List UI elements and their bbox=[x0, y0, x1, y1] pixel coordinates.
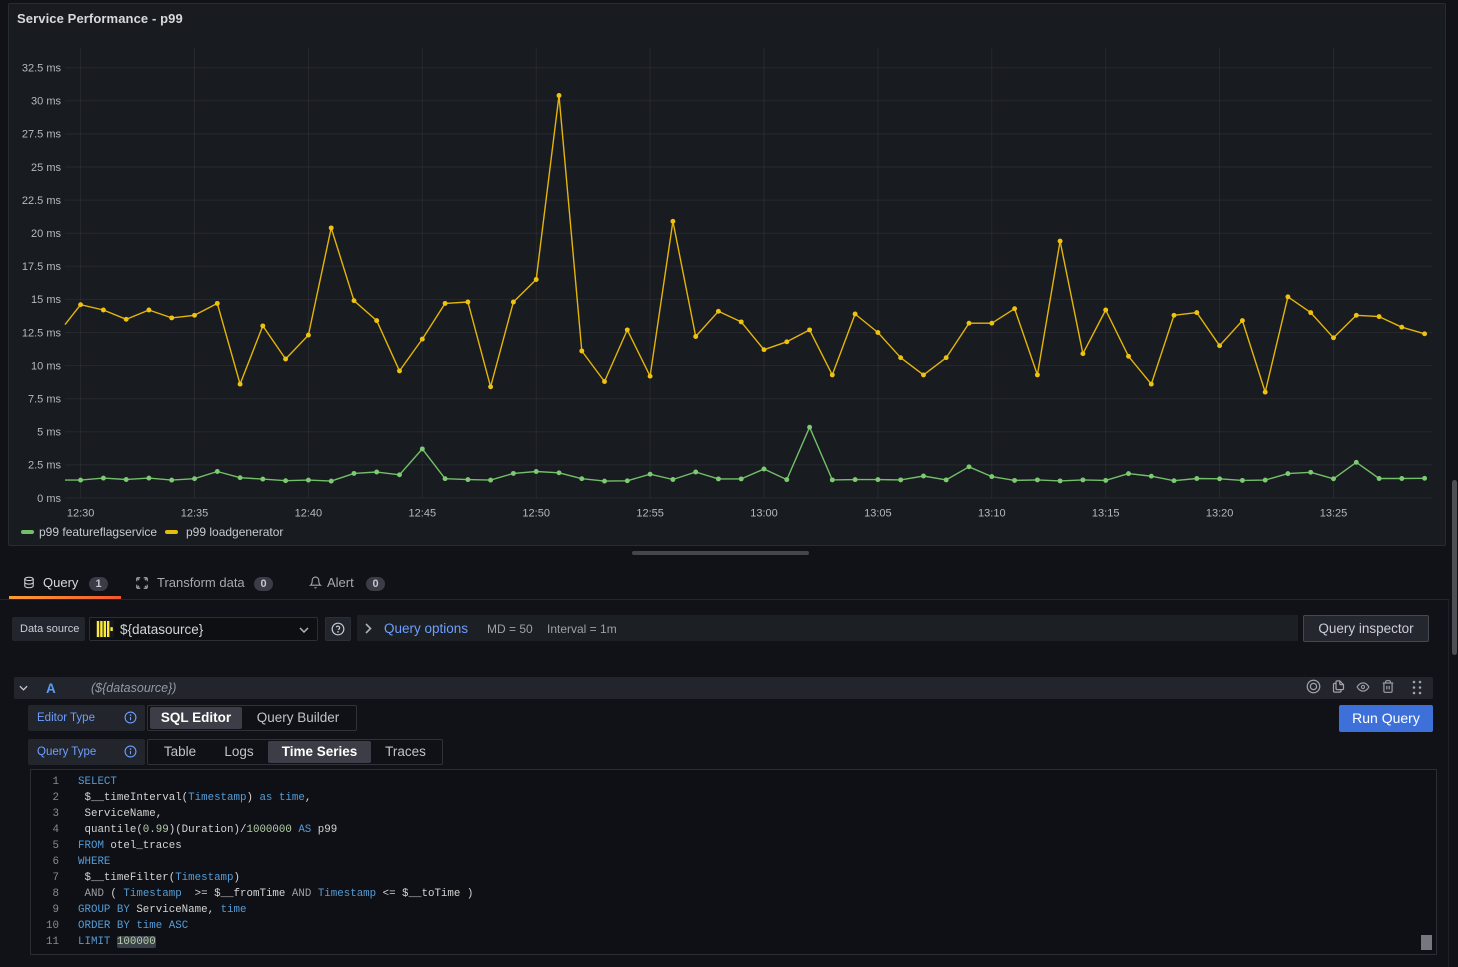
svg-text:30 ms: 30 ms bbox=[31, 96, 61, 108]
svg-text:13:10: 13:10 bbox=[978, 508, 1006, 520]
svg-text:25 ms: 25 ms bbox=[31, 162, 61, 174]
svg-text:12:30: 12:30 bbox=[67, 508, 95, 520]
svg-text:12.5 ms: 12.5 ms bbox=[22, 327, 62, 339]
svg-text:13:20: 13:20 bbox=[1206, 508, 1234, 520]
svg-text:2.5 ms: 2.5 ms bbox=[28, 460, 62, 472]
svg-text:17.5 ms: 17.5 ms bbox=[22, 261, 62, 273]
svg-text:0 ms: 0 ms bbox=[37, 493, 61, 505]
svg-text:12:55: 12:55 bbox=[636, 508, 664, 520]
svg-text:13:15: 13:15 bbox=[1092, 508, 1120, 520]
svg-text:5 ms: 5 ms bbox=[37, 427, 61, 439]
svg-text:15 ms: 15 ms bbox=[31, 294, 61, 306]
svg-text:13:05: 13:05 bbox=[864, 508, 892, 520]
svg-text:12:35: 12:35 bbox=[181, 508, 209, 520]
svg-text:12:50: 12:50 bbox=[522, 508, 550, 520]
svg-text:27.5 ms: 27.5 ms bbox=[22, 129, 62, 141]
svg-text:12:40: 12:40 bbox=[295, 508, 323, 520]
svg-text:32.5 ms: 32.5 ms bbox=[22, 63, 62, 75]
svg-text:13:25: 13:25 bbox=[1320, 508, 1348, 520]
svg-text:22.5 ms: 22.5 ms bbox=[22, 195, 62, 207]
svg-text:13:00: 13:00 bbox=[750, 508, 778, 520]
svg-text:7.5 ms: 7.5 ms bbox=[28, 394, 62, 406]
svg-text:10 ms: 10 ms bbox=[31, 360, 61, 372]
svg-text:12:45: 12:45 bbox=[409, 508, 437, 520]
svg-text:20 ms: 20 ms bbox=[31, 228, 61, 240]
